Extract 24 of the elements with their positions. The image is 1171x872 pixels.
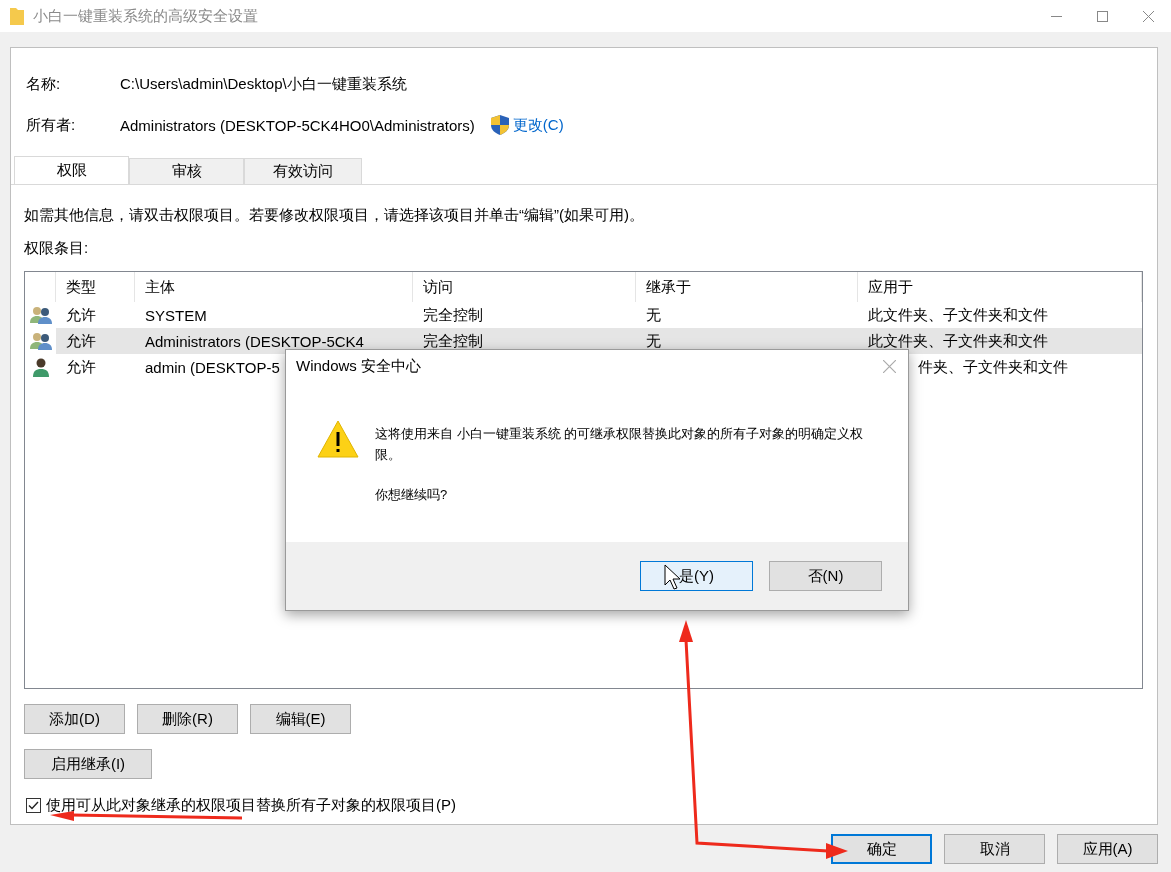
dialog-question: 你想继续吗?	[375, 486, 449, 504]
window-title: 小白一键重装系统的高级安全设置	[33, 6, 258, 26]
table-cell: SYSTEM	[145, 306, 207, 324]
dialog-title: Windows 安全中心	[296, 356, 422, 376]
table-cell: 允许	[66, 357, 96, 377]
checkbox-label: 使用可从此对象继承的权限项目替换所有子对象的权限项目(P)	[46, 796, 456, 815]
table-cell: admin (DESKTOP-5	[145, 358, 280, 376]
table-cell: 无	[646, 331, 661, 351]
table-cell: 此文件夹、子文件夹和文件	[868, 331, 1048, 351]
field-value: Administrators (DESKTOP-5CK4HO0\Administrators)	[120, 116, 475, 134]
field-label: 名称:	[26, 74, 62, 94]
table-cell: 允许	[66, 305, 96, 325]
table-cell: 完全控制	[423, 331, 483, 351]
dialog-message: 这将使用来自 小白一键重装系统 的可继承权限替换此对象的所有子对象的明确定义权限。	[375, 425, 865, 464]
field-value: C:\Users\admin\Desktop\小白一键重装系统	[120, 74, 407, 94]
table-cell: Administrators (DESKTOP-5CK4	[145, 332, 364, 350]
entries-label: 权限条目:	[24, 239, 90, 258]
table-cell: 件夹、子文件夹和文件	[918, 357, 1068, 377]
field-label: 所有者:	[26, 115, 77, 135]
table-cell: 完全控制	[423, 305, 483, 325]
table-cell: 无	[646, 305, 661, 325]
table-cell: 允许	[66, 331, 96, 351]
info-text: 如需其他信息，请双击权限项目。若要修改权限项目，请选择该项目并单击“编辑”(如果可用)。	[24, 206, 645, 225]
table-cell: 此文件夹、子文件夹和文件	[868, 305, 1048, 325]
